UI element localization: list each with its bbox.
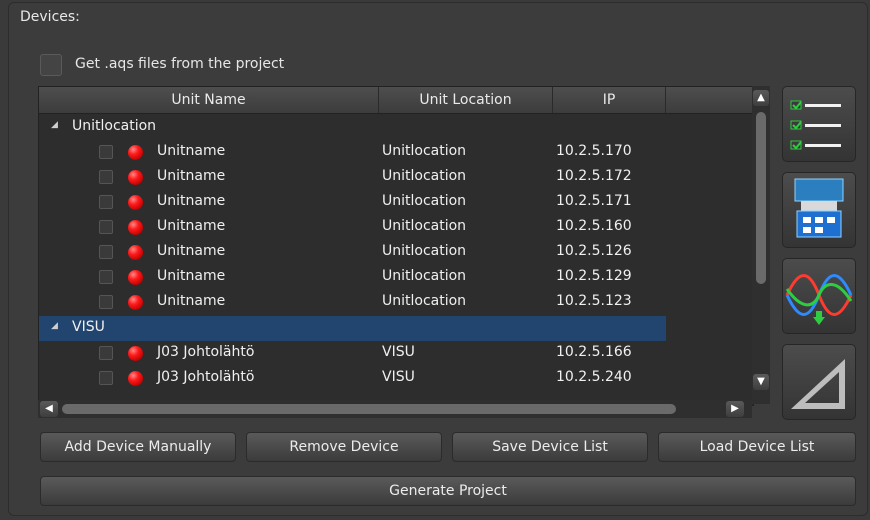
status-led-icon	[128, 145, 143, 160]
status-led-icon	[128, 270, 143, 285]
device-panel-icon	[794, 178, 844, 238]
collapse-arrow-icon[interactable]: ◢	[51, 321, 58, 331]
table-row[interactable]: Unitname Unitlocation 10.2.5.171	[39, 190, 753, 215]
status-led-icon	[128, 346, 143, 361]
cell-ip: 10.2.5.166	[556, 344, 632, 360]
row-checkbox[interactable]	[99, 270, 113, 284]
table-row[interactable]: Unitname Unitlocation 10.2.5.172	[39, 165, 753, 190]
generate-project-button[interactable]: Generate Project	[40, 476, 856, 506]
horizontal-scroll-thumb[interactable]	[62, 404, 676, 414]
column-unit-name[interactable]: Unit Name	[39, 87, 379, 113]
status-led-icon	[128, 295, 143, 310]
cell-ip: 10.2.5.170	[556, 143, 632, 159]
table-row[interactable]: Unitname Unitlocation 10.2.5.126	[39, 240, 753, 265]
cell-unit-location: Unitlocation	[382, 268, 467, 284]
cell-ip: 10.2.5.160	[556, 218, 632, 234]
cell-ip: 10.2.5.240	[556, 369, 632, 385]
cell-unit-location: Unitlocation	[382, 168, 467, 184]
table-header: Unit Name Unit Location IP	[39, 87, 753, 114]
column-unit-location[interactable]: Unit Location	[379, 87, 553, 113]
logo-icon	[791, 359, 845, 409]
cell-ip: 10.2.5.129	[556, 268, 632, 284]
logo-button[interactable]	[782, 344, 856, 420]
cell-unit-name: Unitname	[157, 168, 226, 184]
checklist-icon	[790, 100, 841, 150]
status-led-icon	[128, 195, 143, 210]
table-row[interactable]: J03 Johtolähtö VISU 10.2.5.240	[39, 366, 753, 391]
get-aqs-label: Get .aqs files from the project	[75, 56, 285, 72]
cell-unit-name: J03 Johtolähtö	[157, 344, 255, 360]
cell-ip: 10.2.5.171	[556, 193, 632, 209]
cell-unit-name: Unitname	[157, 268, 226, 284]
scroll-left-icon[interactable]: ◀	[40, 401, 58, 417]
column-filler	[666, 87, 753, 113]
vertical-scroll-thumb[interactable]	[756, 112, 766, 284]
cell-unit-location: Unitlocation	[382, 193, 467, 209]
row-checkbox[interactable]	[99, 220, 113, 234]
row-checkbox[interactable]	[99, 346, 113, 360]
cell-unit-name: Unitname	[157, 143, 226, 159]
row-checkbox[interactable]	[99, 295, 113, 309]
get-aqs-checkbox[interactable]	[40, 54, 62, 76]
remove-device-button[interactable]: Remove Device	[246, 432, 442, 462]
cell-unit-location: Unitlocation	[382, 243, 467, 259]
status-led-icon	[128, 220, 143, 235]
cell-unit-location: VISU	[382, 369, 415, 385]
add-device-button[interactable]: Add Device Manually	[40, 432, 236, 462]
waveform-download-icon	[785, 274, 853, 325]
cell-unit-name: Unitname	[157, 243, 226, 259]
status-led-icon	[128, 245, 143, 260]
cell-unit-name: Unitname	[157, 293, 226, 309]
row-checkbox[interactable]	[99, 245, 113, 259]
row-checkbox[interactable]	[99, 195, 113, 209]
row-checkbox[interactable]	[99, 145, 113, 159]
select-all-button[interactable]	[782, 86, 856, 162]
table-row[interactable]: Unitname Unitlocation 10.2.5.160	[39, 215, 753, 240]
section-title: Devices:	[20, 9, 80, 25]
column-ip[interactable]: IP	[553, 87, 666, 113]
cell-ip: 10.2.5.123	[556, 293, 632, 309]
table-row[interactable]: Unitname Unitlocation 10.2.5.123	[39, 290, 753, 315]
vertical-scrollbar[interactable]: ▲ ▼	[752, 86, 770, 404]
cell-unit-name: J03 Johtolähtö	[157, 369, 255, 385]
group-label: VISU	[72, 319, 105, 335]
cell-ip: 10.2.5.172	[556, 168, 632, 184]
devices-table: Unit Name Unit Location IP ◢ Unitlocatio…	[38, 86, 754, 406]
group-label: Unitlocation	[72, 118, 157, 134]
cell-unit-location: Unitlocation	[382, 143, 467, 159]
cell-unit-name: Unitname	[157, 218, 226, 234]
scroll-right-icon[interactable]: ▶	[726, 401, 744, 417]
cell-unit-location: Unitlocation	[382, 218, 467, 234]
load-device-list-button[interactable]: Load Device List	[658, 432, 856, 462]
scroll-up-icon[interactable]: ▲	[753, 90, 769, 106]
scroll-down-icon[interactable]: ▼	[753, 374, 769, 390]
device-panel-button[interactable]	[782, 172, 856, 248]
status-led-icon	[128, 371, 143, 386]
cell-ip: 10.2.5.126	[556, 243, 632, 259]
table-row[interactable]: Unitname Unitlocation 10.2.5.170	[39, 140, 753, 165]
waveform-download-button[interactable]	[782, 258, 856, 334]
save-device-list-button[interactable]: Save Device List	[452, 432, 648, 462]
cell-unit-location: VISU	[382, 344, 415, 360]
group-row-unitlocation[interactable]: ◢ Unitlocation	[39, 115, 753, 140]
table-row[interactable]: Unitname Unitlocation 10.2.5.129	[39, 265, 753, 290]
row-checkbox[interactable]	[99, 170, 113, 184]
table-row[interactable]: J03 Johtolähtö VISU 10.2.5.166	[39, 341, 753, 366]
cell-unit-location: Unitlocation	[382, 293, 467, 309]
status-led-icon	[128, 170, 143, 185]
cell-unit-name: Unitname	[157, 193, 226, 209]
collapse-arrow-icon[interactable]: ◢	[51, 120, 58, 130]
row-checkbox[interactable]	[99, 371, 113, 385]
horizontal-scrollbar[interactable]: ◀ ▶	[38, 400, 752, 418]
group-row-visu[interactable]: ◢ VISU	[39, 316, 666, 341]
